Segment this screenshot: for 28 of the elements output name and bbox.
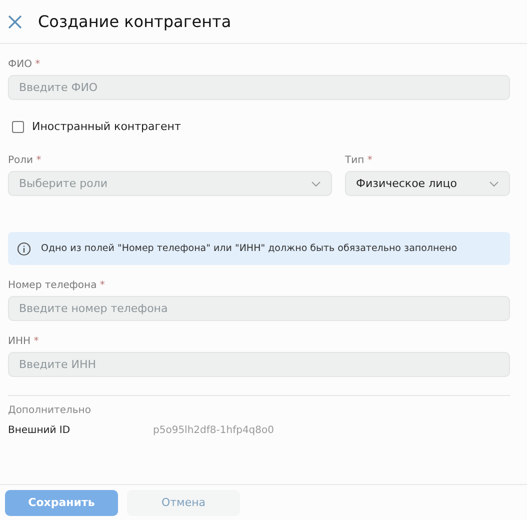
cancel-button[interactable]: Отмена — [127, 490, 240, 516]
input-field[interactable]: Введите номер телефона — [8, 296, 510, 321]
field-label: Номер телефона — [8, 280, 97, 291]
property-value: p5o95lh2df8-1hfp4q8o0 — [153, 425, 274, 436]
save-button[interactable]: Сохранить — [5, 490, 118, 516]
close-icon[interactable] — [8, 14, 22, 28]
field-label: ФИО — [8, 59, 32, 70]
required-mark: * — [367, 155, 372, 166]
window-title: Создание контрагента — [38, 12, 232, 31]
section-title: Дополнительно — [8, 405, 92, 416]
required-mark: * — [35, 59, 40, 70]
info-text: Одно из полей "Номер телефона" или "ИНН" должно быть обязательно заполнено — [41, 243, 458, 254]
input-field[interactable]: Введите ИНН — [8, 352, 510, 377]
input-field[interactable]: Введите ФИО — [8, 75, 510, 100]
field-label: Роли — [8, 155, 34, 166]
required-mark: * — [34, 336, 39, 347]
field-label: Тип — [345, 155, 364, 166]
info-icon — [17, 242, 31, 256]
checkbox[interactable] — [12, 120, 24, 132]
required-mark: * — [100, 280, 105, 291]
property-label: Внешний ID — [8, 425, 72, 436]
chevron-icon — [311, 180, 321, 186]
select-field[interactable]: Физическое лицо — [345, 171, 510, 196]
field-label: ИНН — [8, 336, 31, 347]
chevron-icon — [489, 180, 499, 186]
required-mark: * — [36, 155, 42, 166]
select-field[interactable]: Выберите роли — [8, 171, 332, 196]
checkbox-label: Иностранный контрагент — [32, 120, 181, 133]
